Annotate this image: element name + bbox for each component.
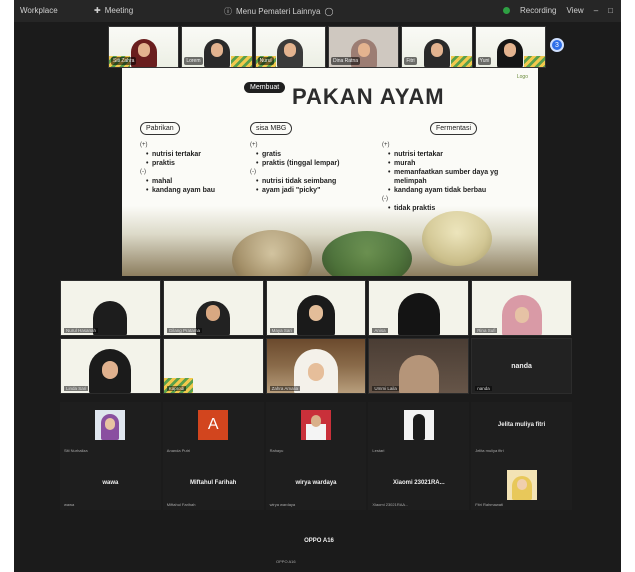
shared-screen: Logo Membuat PAKAN AYAM Pabrikan (+) nut… [122,68,538,276]
speaker-strip: Siti Zahra Lorem Nurul Dina Ratna Fitri … [108,26,546,68]
participant-tile[interactable]: wirya wardaya wirya wardaya [265,456,367,510]
security-icon[interactable] [503,7,511,14]
video-tile[interactable]: nanda nanda [471,338,572,394]
video-tile[interactable]: Rina Sufi [471,280,572,336]
meeting-icon: ✚ [94,6,101,15]
strip-tile[interactable]: Dina Ratna [327,26,400,68]
participant-tile[interactable]: Siti Nurhaliza [60,402,161,456]
avatar [300,410,331,440]
slide-logo: Logo [516,74,528,80]
participant-tile[interactable]: Fitri Rahmawati [471,456,572,510]
participant-tile[interactable]: Lestari [368,402,470,456]
info-icon: ⓘ [224,7,232,16]
recording-status: Recording [520,6,557,15]
participant-tile[interactable]: A Ananda Putri [162,402,264,456]
top-controls: Recording View – □ [503,6,613,15]
participant-tile[interactable]: wawa wawa [60,456,161,510]
participant-name: Fitri [404,57,417,65]
strip-tile[interactable]: Lorem [181,26,253,68]
slide-title: PAKAN AYAM [292,84,445,109]
column-fermentasi: Fermentasi (+) nutrisi tertakar murah me… [382,122,527,213]
participant-tile[interactable]: Jelita muliya fitri Jelita muliya fitri [471,402,572,456]
column-pabrikan: Pabrikan (+) nutrisi tertakar praktis (-… [140,122,215,195]
strip-tile[interactable]: Siti Zahra [108,26,180,68]
strip-tile[interactable]: Fitri [401,26,473,68]
shield-icon: ◯ [324,7,334,16]
minimize-icon[interactable]: – [594,6,598,15]
video-gallery: Nurul Hasanah Gilang Pratama Maya Sari A… [60,280,572,396]
avatar [506,470,537,500]
participant-name: Nurul [257,57,274,65]
meeting-window: Workplace ✚ Meeting ⓘ Menu Pemateri Lain… [14,0,621,572]
video-tile[interactable]: Kaprodi [162,338,264,394]
participant-tile[interactable]: Xiaomi 23021RA... Xiaomi 23021RAA... [368,456,470,510]
avatar [403,410,434,440]
participant-name-grid: Siti Nurhaliza A Ananda Putri Rahayu Les… [60,402,572,510]
avatar [95,410,126,440]
view-button[interactable]: View [567,6,584,15]
video-tile[interactable]: Gilang Pratama [162,280,264,336]
participant-name: Dina Ratna [330,57,360,65]
top-bar: Workplace ✚ Meeting ⓘ Menu Pemateri Lain… [14,0,621,22]
next-page-button[interactable]: 3 [550,38,564,52]
video-tile[interactable]: Linda Sari [60,338,161,394]
video-tile[interactable]: Nurul Hasanah [60,280,161,336]
meeting-tab[interactable]: ✚ Meeting [94,6,133,15]
column-sisa-mbg: sisa MBG (+) gratis praktis (tinggal lem… [250,122,339,195]
participant-tile[interactable]: Rahayu [265,402,367,456]
avatar: A [198,410,229,440]
video-tile[interactable]: Ummi Laila [368,338,470,394]
participant-tile[interactable]: OPPO A16 OPPO A16 [264,520,374,566]
meeting-title[interactable]: ⓘ Menu Pemateri Lainnya ◯ [224,6,333,17]
participant-name: Lorem [184,57,203,65]
video-tile[interactable]: Anisa [368,280,470,336]
strip-tile[interactable]: Yuni [474,26,546,68]
app-name: Workplace [20,6,58,15]
slide-badge: Membuat [244,82,286,93]
video-tile[interactable]: Maya Sari [265,280,367,336]
participant-tile[interactable]: Miftahul Farihah Miftahul Farihah [162,456,264,510]
participant-name: Yuni [477,57,492,65]
strip-tile[interactable]: Nurul [254,26,326,68]
video-tile[interactable]: Zahra Amalia [265,338,367,394]
participant-name: Siti Zahra [111,57,137,65]
maximize-icon[interactable]: □ [608,6,613,15]
